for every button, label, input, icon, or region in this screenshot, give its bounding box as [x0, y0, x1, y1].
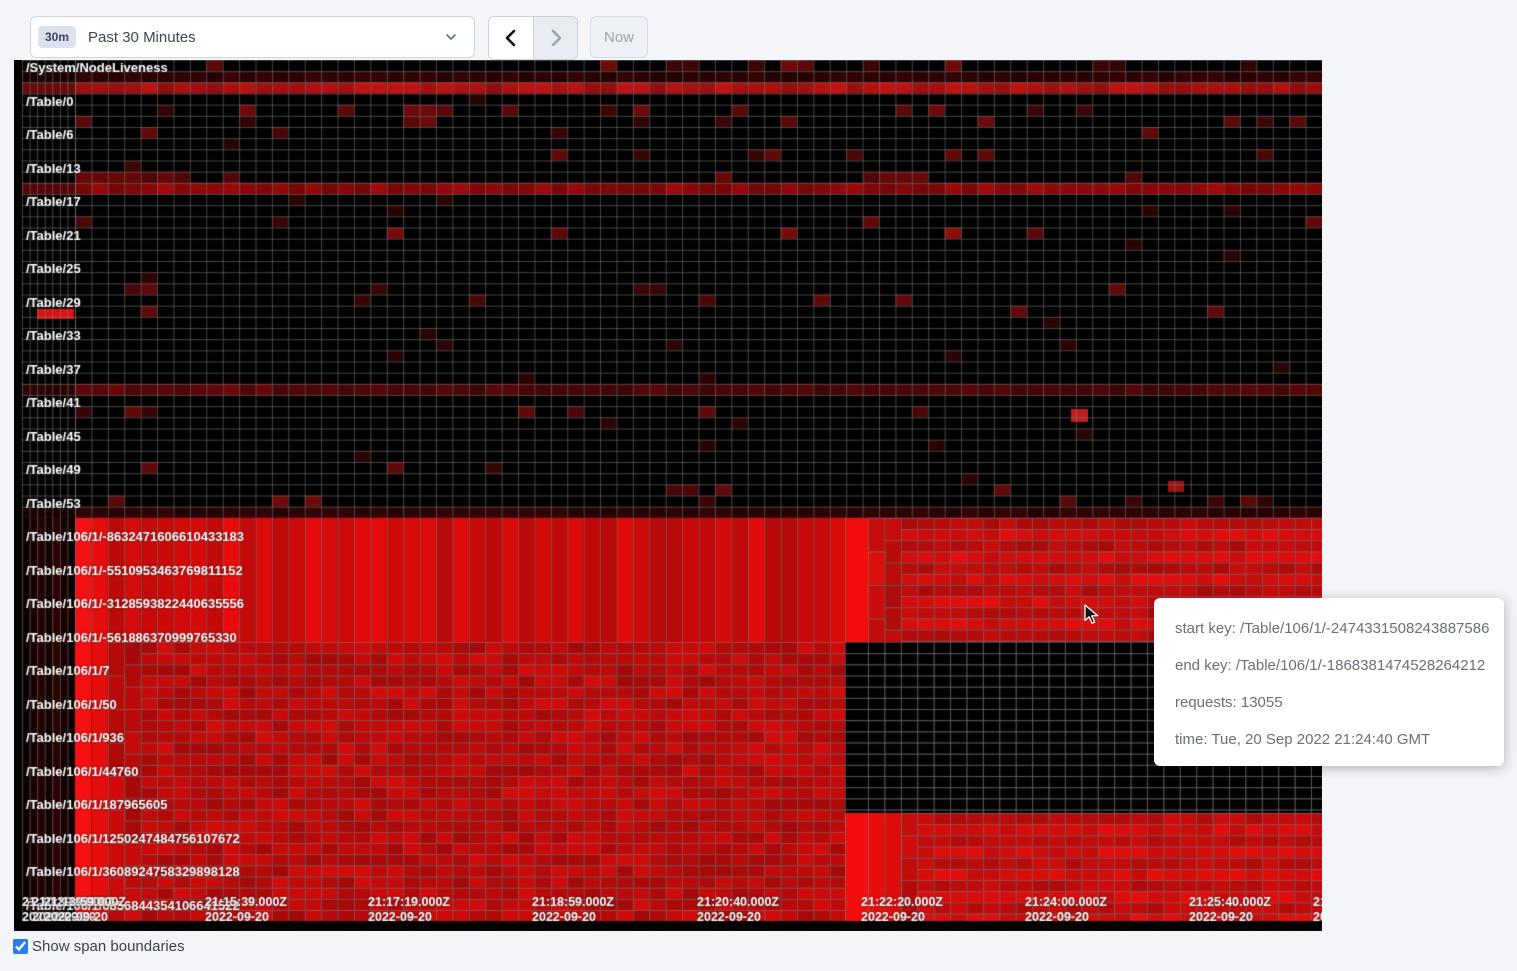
tooltip-requests: requests: 13055: [1175, 684, 1504, 721]
cell-tooltip: start key: /Table/106/1/-247433150824388…: [1154, 598, 1504, 766]
show-span-boundaries-label: Show span boundaries: [32, 938, 185, 955]
tooltip-time: time: Tue, 20 Sep 2022 21:24:40 GMT: [1175, 721, 1504, 758]
tooltip-start-key: start key: /Table/106/1/-247433150824388…: [1175, 610, 1504, 647]
time-window-dropdown[interactable]: 30m Past 30 Minutes: [30, 16, 475, 58]
tooltip-end-key: end key: /Table/106/1/-18683814745282642…: [1175, 647, 1504, 684]
next-time-button[interactable]: [533, 17, 577, 59]
time-window-badge: 30m: [38, 26, 76, 48]
chevron-down-icon: [444, 30, 458, 49]
chevron-left-icon: [503, 29, 519, 47]
mouse-cursor-icon: [1083, 604, 1103, 631]
chevron-right-icon: [548, 29, 564, 47]
prev-time-button[interactable]: [489, 17, 533, 59]
now-button[interactable]: Now: [590, 16, 648, 58]
time-window-label: Past 30 Minutes: [88, 29, 196, 46]
show-span-boundaries-checkbox[interactable]: [13, 939, 28, 954]
span-boundaries-row: Show span boundaries: [13, 938, 185, 955]
toolbar: 30m Past 30 Minutes Now: [0, 0, 1517, 60]
page: { "header": { "time_window_badge": "30m"…: [0, 0, 1517, 971]
time-nav-group: [488, 16, 578, 60]
key-visualizer-heatmap[interactable]: [14, 60, 1322, 931]
